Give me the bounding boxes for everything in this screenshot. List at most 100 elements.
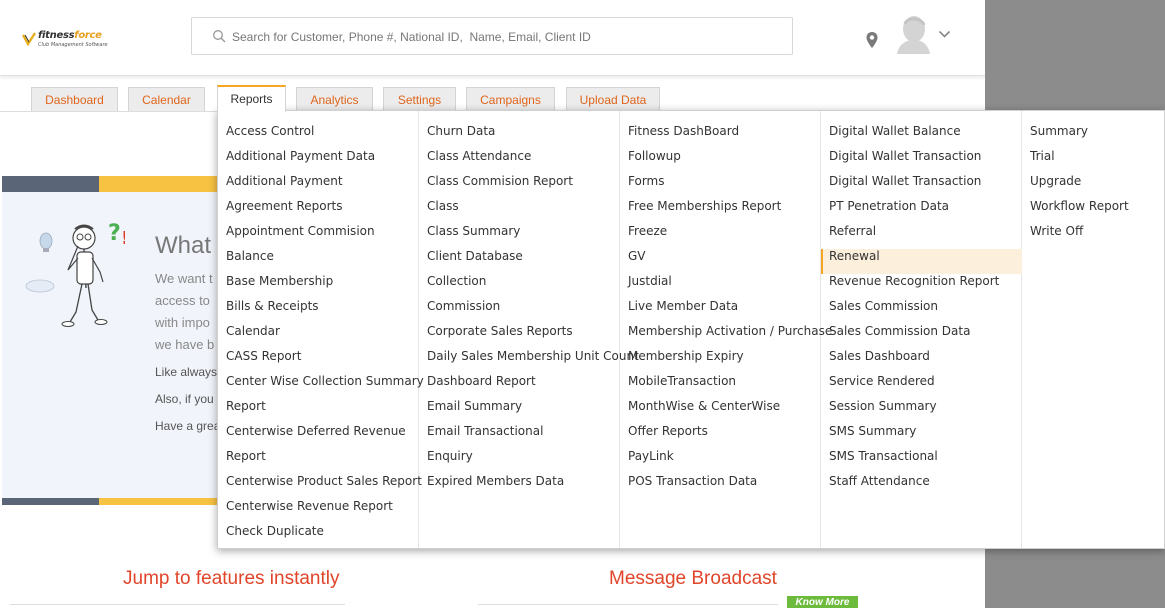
reports-menu-item[interactable]: Class [419, 199, 620, 224]
reports-menu-item[interactable]: MobileTransaction [620, 374, 821, 399]
tab-dashboard[interactable]: Dashboard [31, 87, 118, 112]
reports-menu-item[interactable]: GV [620, 249, 821, 274]
reports-menu-item[interactable]: Trial [1022, 149, 1165, 174]
reports-menu-item[interactable]: Digital Wallet Transaction [821, 149, 1022, 174]
fitnessforce-logo[interactable]: fitnessforce Club Management Software [22, 30, 108, 52]
reports-menu-item[interactable]: Sales Dashboard [821, 349, 1022, 374]
reports-menu-item[interactable]: Dashboard Report [419, 374, 620, 399]
reports-menu-item[interactable]: Centerwise Deferred Revenue [218, 424, 419, 449]
reports-menu-item[interactable]: Email Summary [419, 399, 620, 424]
reports-menu-item[interactable]: Forms [620, 174, 821, 199]
reports-menu-item[interactable]: Session Summary [821, 399, 1022, 424]
reports-menu-item[interactable]: Enquiry [419, 449, 620, 474]
welcome-body: We want t access to with impo we have b [155, 271, 215, 352]
reports-menu-item[interactable]: Referral [821, 224, 1022, 249]
tab-reports[interactable]: Reports [217, 85, 286, 112]
reports-menu-item[interactable]: Bills & Receipts [218, 299, 419, 324]
reports-menu-item[interactable]: Commission [419, 299, 620, 324]
reports-menu-item[interactable]: Renewal [821, 249, 1022, 274]
reports-menu-item[interactable]: Membership Expiry [620, 349, 821, 374]
reports-menu-item[interactable]: Free Memberships Report [620, 199, 821, 224]
reports-menu-item[interactable]: Additional Payment Data [218, 149, 419, 174]
reports-menu-item[interactable]: Churn Data [419, 124, 620, 149]
reports-menu-item[interactable]: Report [218, 399, 419, 424]
reports-menu-item[interactable]: Balance [218, 249, 419, 274]
reports-menu-item[interactable]: Class Summary [419, 224, 620, 249]
welcome-line-1: Like always [155, 365, 217, 379]
know-more-button[interactable]: Know More [787, 596, 858, 608]
reports-menu-item[interactable]: Sales Commission [821, 299, 1022, 324]
reports-menu-item[interactable]: Report [218, 449, 419, 474]
reports-menu-item[interactable]: Digital Wallet Balance [821, 124, 1022, 149]
search-input[interactable] [232, 26, 772, 48]
reports-column-1: Access Control Additional Payment Data Add… [218, 111, 424, 549]
reports-menu-item[interactable]: Service Rendered [821, 374, 1022, 399]
tab-analytics[interactable]: Analytics [296, 87, 373, 112]
reports-menu-item[interactable]: Upgrade [1022, 174, 1165, 199]
svg-text:?: ? [108, 221, 121, 246]
reports-menu-item[interactable]: MonthWise & CenterWise [620, 399, 821, 424]
reports-menu-item[interactable]: SMS Transactional [821, 449, 1022, 474]
thinking-person-illustration: ? ! [25, 221, 125, 327]
reports-menu-item[interactable]: Live Member Data [620, 299, 821, 324]
reports-menu-item[interactable]: Corporate Sales Reports [419, 324, 620, 349]
fitnessforce-logo-icon [22, 32, 36, 46]
reports-menu-item[interactable]: Calendar [218, 324, 419, 349]
main-nav-tabs: Dashboard Calendar Reports Analytics Set… [0, 85, 985, 112]
reports-menu-item[interactable]: Membership Activation / Purchase [620, 324, 832, 349]
reports-menu-item[interactable]: Workflow Report [1022, 199, 1165, 224]
jump-to-features-heading: Jump to features instantly [123, 568, 340, 589]
reports-menu-item[interactable]: Base Membership [218, 274, 419, 299]
tab-settings[interactable]: Settings [383, 87, 456, 112]
reports-menu-item[interactable]: SMS Summary [821, 424, 1022, 449]
reports-menu-item[interactable]: Centerwise Revenue Report [218, 499, 419, 524]
top-header: fitnessforce Club Management Software [0, 0, 985, 76]
reports-menu-item[interactable]: Class Attendance [419, 149, 620, 174]
tab-campaigns[interactable]: Campaigns [466, 87, 555, 112]
reports-menu-item[interactable]: Check Duplicate [218, 524, 419, 549]
reports-menu-item[interactable]: Expired Members Data [419, 474, 620, 499]
user-avatar-icon[interactable] [893, 14, 933, 54]
reports-menu-item[interactable]: Additional Payment [218, 174, 419, 199]
reports-menu-item[interactable]: POS Transaction Data [620, 474, 821, 499]
reports-menu-item[interactable]: Justdial [620, 274, 821, 299]
reports-menu-item[interactable]: Followup [620, 149, 821, 174]
global-search[interactable] [191, 17, 793, 55]
reports-menu-item[interactable]: Fitness DashBoard [620, 124, 821, 149]
reports-menu-item[interactable]: Email Transactional [419, 424, 620, 449]
reports-menu-item[interactable]: Center Wise Collection Summary [218, 374, 424, 399]
reports-menu-item[interactable]: Class Commision Report [419, 174, 620, 199]
reports-menu-item[interactable]: Offer Reports [620, 424, 821, 449]
reports-menu-item[interactable]: Access Control [218, 124, 419, 149]
features-divider-left [10, 604, 345, 605]
reports-dropdown-menu: Access Control Additional Payment Data Add… [217, 110, 1165, 549]
reports-menu-item[interactable]: Staff Attendance [821, 474, 1022, 499]
reports-menu-item[interactable]: CASS Report [218, 349, 419, 374]
message-broadcast-heading: Message Broadcast [609, 568, 777, 589]
reports-menu-item[interactable]: Sales Commission Data [821, 324, 1022, 349]
reports-column-4: Digital Wallet Balance Digital Wallet Tra… [821, 111, 1022, 548]
search-icon [213, 30, 226, 43]
reports-menu-item[interactable]: Agreement Reports [218, 199, 419, 224]
reports-menu-item[interactable]: Summary [1022, 124, 1165, 149]
reports-menu-item[interactable]: Centerwise Product Sales Report [218, 474, 422, 499]
tab-calendar[interactable]: Calendar [128, 87, 205, 112]
logo-tagline: Club Management Software [38, 42, 108, 48]
reports-menu-item[interactable]: Digital Wallet Transaction [821, 174, 1022, 199]
reports-menu-item[interactable]: PT Penetration Data [821, 199, 1022, 224]
reports-menu-item[interactable]: Collection [419, 274, 620, 299]
reports-menu-item[interactable]: Appointment Commision [218, 224, 419, 249]
reports-menu-item[interactable]: Freeze [620, 224, 821, 249]
logo-brand: fitnessforce [38, 30, 102, 41]
reports-menu-item[interactable]: Revenue Recognition Report [821, 274, 1022, 299]
reports-column-2: Churn Data Class Attendance Class Commisio… [419, 111, 639, 548]
reports-menu-item[interactable]: Daily Sales Membership Unit Count [419, 349, 639, 374]
location-pin-icon[interactable] [865, 31, 879, 49]
features-divider-right [478, 604, 778, 605]
reports-menu-item[interactable]: Write Off [1022, 224, 1165, 249]
tab-upload-data[interactable]: Upload Data [566, 87, 660, 112]
reports-menu-item[interactable]: Client Database [419, 249, 620, 274]
reports-menu-item[interactable]: PayLink [620, 449, 821, 474]
welcome-line-3: Have a grea [155, 419, 217, 433]
chevron-down-icon[interactable] [938, 30, 951, 39]
